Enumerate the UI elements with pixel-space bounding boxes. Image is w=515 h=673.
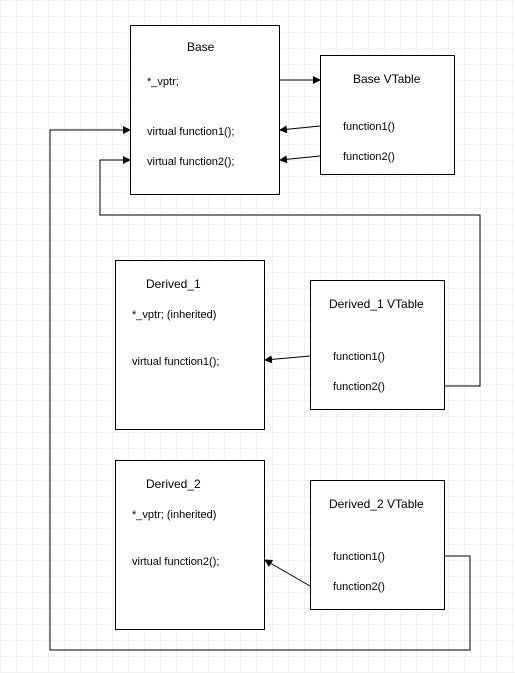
- base-title: Base: [187, 40, 214, 54]
- base-vtable-box: Base VTable function1() function2(): [320, 55, 455, 175]
- derived2-fn2: virtual function2();: [132, 556, 219, 568]
- derived1-vptr: *_vptr; (inherited): [132, 309, 216, 321]
- derived1-vtable-fn1: function1(): [333, 351, 385, 363]
- derived1-vtable-box: Derived_1 VTable function1() function2(): [310, 280, 445, 410]
- derived1-title: Derived_1: [146, 277, 201, 291]
- derived2-title: Derived_2: [146, 477, 201, 491]
- derived2-class-box: Derived_2 *_vptr; (inherited) virtual fu…: [115, 460, 265, 630]
- base-vtable-fn2: function2(): [343, 151, 395, 163]
- base-vptr: *_vptr;: [147, 76, 179, 88]
- derived2-vtable-box: Derived_2 VTable function1() function2(): [310, 480, 445, 610]
- base-fn1: virtual function1();: [147, 126, 234, 138]
- derived1-fn1: virtual function1();: [132, 356, 219, 368]
- derived2-vtable-title: Derived_2 VTable: [329, 497, 424, 511]
- derived1-vtable-fn2: function2(): [333, 381, 385, 393]
- derived2-vtable-fn1: function1(): [333, 551, 385, 563]
- base-vtable-title: Base VTable: [353, 72, 420, 86]
- base-vtable-fn1: function1(): [343, 121, 395, 133]
- derived2-vtable-fn2: function2(): [333, 581, 385, 593]
- derived2-vptr: *_vptr; (inherited): [132, 509, 216, 521]
- derived1-vtable-title: Derived_1 VTable: [329, 297, 424, 311]
- derived1-class-box: Derived_1 *_vptr; (inherited) virtual fu…: [115, 260, 265, 430]
- base-fn2: virtual function2();: [147, 156, 234, 168]
- base-class-box: Base *_vptr; virtual function1(); virtua…: [130, 25, 280, 195]
